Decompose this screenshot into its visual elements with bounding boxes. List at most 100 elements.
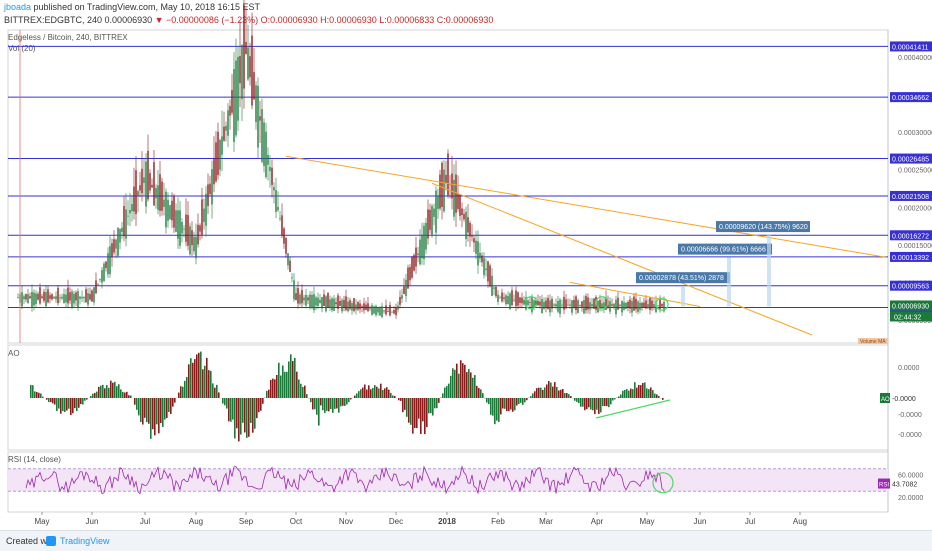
ao-bar	[222, 398, 224, 404]
price-candle-body	[319, 300, 320, 303]
price-candle-body	[57, 288, 58, 303]
price-candle-body	[339, 301, 340, 306]
price-candle-body	[455, 174, 456, 212]
ao-bar	[578, 398, 580, 403]
ao-bar	[468, 369, 470, 398]
price-candle-body	[77, 291, 78, 308]
ao-bar	[506, 398, 508, 411]
ao-bar	[66, 398, 68, 411]
price-candle-body	[123, 206, 124, 236]
price-candle-body	[119, 229, 120, 243]
ao-bar	[298, 379, 300, 398]
ao-bar	[236, 398, 238, 428]
price-candle-body	[395, 308, 396, 315]
ao-bar	[554, 382, 556, 398]
price-candle-body	[105, 262, 106, 268]
price-candle-body	[63, 294, 64, 303]
price-candle-body	[231, 90, 232, 113]
ao-bar	[110, 381, 112, 398]
ao-bar	[126, 392, 128, 398]
price-candle-body	[613, 304, 614, 308]
ao-bar	[562, 389, 564, 398]
ao-bar	[512, 398, 514, 412]
price-candle-body	[487, 261, 488, 281]
price-candle-body	[235, 61, 236, 136]
price-candle-body	[175, 210, 176, 232]
ao-bar	[200, 352, 202, 398]
price-candle-body	[463, 214, 464, 219]
ao-bar	[450, 376, 452, 398]
footer-brand-link[interactable]: TradingView	[60, 536, 110, 546]
price-candle-body	[135, 170, 136, 214]
price-candle-body	[527, 300, 528, 305]
price-candle-body	[245, 42, 246, 54]
price-candle-body	[91, 290, 92, 301]
ao-bar	[508, 398, 510, 411]
price-candle-body	[85, 289, 86, 302]
price-candle-body	[473, 238, 474, 242]
ao-bar	[544, 387, 546, 398]
price-candle-body	[581, 301, 582, 307]
ao-bar	[128, 395, 130, 398]
price-candle-body	[157, 185, 158, 209]
price-candle-body	[33, 293, 34, 306]
price-candle-body	[71, 291, 72, 307]
price-candle-body	[439, 175, 440, 209]
price-candle-body	[623, 302, 624, 310]
ao-bar	[550, 383, 552, 398]
price-candle-body	[421, 235, 422, 258]
ao-bar	[610, 398, 612, 404]
ao-bar	[594, 398, 596, 414]
price-candle-body	[41, 296, 42, 298]
ao-bar	[542, 390, 544, 398]
price-candle-body	[661, 304, 662, 307]
price-candle-body	[83, 297, 84, 298]
ao-bar	[168, 398, 170, 412]
price-candle-body	[411, 257, 412, 278]
price-candle-body	[27, 294, 28, 303]
ao-bar	[196, 354, 198, 398]
price-candle-body	[49, 295, 50, 298]
ao-bar	[36, 392, 38, 398]
price-candle-body	[195, 237, 196, 259]
price-candle-body	[35, 294, 36, 304]
price-candle-body	[249, 56, 250, 77]
ao-bar	[566, 393, 568, 398]
price-candle-body	[229, 106, 230, 116]
price-candle-body	[579, 305, 580, 306]
price-candle-body	[301, 290, 302, 303]
price-candle-body	[205, 194, 206, 226]
ao-bar	[452, 368, 454, 398]
price-candle-body	[345, 296, 346, 310]
price-candle-body	[221, 136, 222, 154]
ao-bar	[40, 393, 42, 398]
chart-canvas[interactable]: MayJunJulAugSepOctNovDec2018FebMarAprMay…	[0, 0, 932, 530]
price-candle-body	[337, 295, 338, 309]
price-candle-body	[125, 209, 126, 238]
price-candle-body	[403, 286, 404, 294]
x-tick-label: Aug	[189, 517, 203, 526]
price-candle-body	[355, 304, 356, 309]
ao-bar	[348, 398, 350, 402]
ao-bar	[408, 398, 410, 423]
price-candle-body	[179, 210, 180, 245]
ao-bar	[192, 363, 194, 398]
price-candle-body	[437, 196, 438, 209]
price-candle-body	[475, 241, 476, 254]
price-candle-body	[183, 229, 184, 230]
price-candle-body	[495, 287, 496, 296]
x-tick-label: Dec	[389, 517, 403, 526]
ao-bar	[108, 388, 110, 398]
ao-bar	[62, 398, 64, 411]
ao-bar	[184, 381, 186, 398]
price-candle-body	[169, 205, 170, 219]
ao-bar	[130, 396, 132, 398]
price-candle-body	[549, 301, 550, 313]
ao-bar	[358, 391, 360, 398]
ao-bar	[306, 394, 308, 398]
ao-bar	[150, 398, 152, 439]
ao-bar	[138, 398, 140, 415]
price-candle-body	[155, 188, 156, 198]
ao-bar	[428, 398, 430, 413]
ao-bar	[394, 396, 396, 398]
